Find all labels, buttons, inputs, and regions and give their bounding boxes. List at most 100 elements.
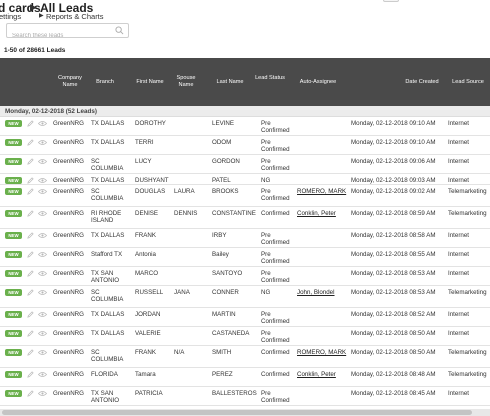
- new-badge: NEW: [5, 177, 22, 184]
- cell-branch: TX DALLAS: [91, 311, 125, 318]
- edit-icon[interactable]: [27, 330, 34, 337]
- header-action-button[interactable]: [383, 0, 399, 2]
- cell-auto-assignee[interactable]: ROMERO, MARK: [297, 188, 349, 195]
- cell-branch: SC COLUMBIA: [91, 289, 124, 303]
- view-icon[interactable]: [38, 177, 47, 184]
- cell-branch: SC COLUMBIA: [91, 158, 124, 172]
- cell-lead-source: Internet: [448, 390, 469, 397]
- table-row[interactable]: NEW GreenNRG FLORIDA Tamara PEREZ Confirmed Co…: [0, 368, 490, 387]
- view-icon[interactable]: [38, 188, 47, 195]
- column-header-first-name[interactable]: First Name: [130, 79, 170, 86]
- cell-lead-status: Pre Confirmed: [261, 158, 290, 172]
- table-row[interactable]: NEW GreenNRG SC COLUMBIA DOUGLAS LAURA BROOKS…: [0, 185, 490, 207]
- view-icon[interactable]: [38, 210, 47, 217]
- view-icon[interactable]: [38, 270, 47, 277]
- horizontal-scrollbar[interactable]: [0, 409, 490, 416]
- edit-icon[interactable]: [27, 210, 34, 217]
- edit-icon[interactable]: [27, 289, 34, 296]
- table-row[interactable]: NEW GreenNRG TX DALLAS DUSHYANT PATEL NG Monda…: [0, 174, 490, 185]
- search-input[interactable]: [7, 29, 107, 43]
- view-icon[interactable]: [38, 311, 47, 318]
- cell-auto-assignee[interactable]: ROMERO, MARK: [297, 349, 349, 356]
- cell-lead-source: Telemarketing: [448, 289, 487, 296]
- cell-lead-status: Pre Confirmed: [261, 330, 290, 344]
- cell-auto-assignee[interactable]: John, Blondel: [297, 289, 349, 296]
- search-box: [6, 23, 129, 43]
- cell-spouse-name: DENNIS: [174, 210, 198, 217]
- cell-last-name: BALLESTEROS: [212, 390, 257, 397]
- new-badge: NEW: [5, 270, 22, 277]
- edit-icon[interactable]: [27, 120, 34, 127]
- view-icon[interactable]: [38, 158, 47, 165]
- cell-first-name: MARCO: [135, 270, 159, 277]
- table-row[interactable]: NEW GreenNRG SC COLUMBIA LUCY GORDON Pre Conf…: [0, 155, 490, 174]
- cell-date-created: Monday, 02-12-2018 09:03 AM: [351, 177, 436, 184]
- table-row[interactable]: NEW GreenNRG TX DALLAS DOROTHY LEVINE Pre Con…: [0, 117, 490, 136]
- edit-icon[interactable]: [27, 311, 34, 318]
- view-icon[interactable]: [38, 232, 47, 239]
- view-icon[interactable]: [38, 371, 47, 378]
- view-icon[interactable]: [38, 120, 47, 127]
- edit-icon[interactable]: [27, 251, 34, 258]
- cell-date-created: Monday, 02-12-2018 09:02 AM: [351, 188, 436, 195]
- cell-first-name: Antonia: [135, 251, 156, 258]
- breadcrumb-settings-link[interactable]: ettings: [0, 12, 21, 21]
- column-header-lead-source[interactable]: Lead Source: [448, 79, 488, 86]
- table-row[interactable]: NEW GreenNRG SC COLUMBIA RUSSELL JANA CONNER N…: [0, 286, 490, 308]
- table-row[interactable]: NEW GreenNRG TX SAN ANTONIO MARCO SANTOYO Pre…: [0, 267, 490, 286]
- table-row[interactable]: NEW GreenNRG TX SAN ANTONIO PATRICIA BALLEST…: [0, 387, 490, 406]
- edit-icon[interactable]: [27, 371, 34, 378]
- column-header-auto-assignee[interactable]: Auto-Assignee: [291, 79, 345, 86]
- column-header-branch[interactable]: Branch: [88, 79, 122, 86]
- scrollbar-thumb[interactable]: [2, 410, 472, 415]
- new-badge: NEW: [5, 232, 22, 239]
- cell-branch: TX DALLAS: [91, 120, 125, 127]
- column-header-last-name[interactable]: Last Name: [210, 79, 250, 86]
- edit-icon[interactable]: [27, 188, 34, 195]
- view-icon[interactable]: [38, 349, 47, 356]
- table-row[interactable]: NEW GreenNRG TX DALLAS TERRI ODOM Pre Confirm…: [0, 136, 490, 155]
- cell-last-name: PATEL: [212, 177, 231, 184]
- view-icon[interactable]: [38, 289, 47, 296]
- table-row[interactable]: NEW GreenNRG TX DALLAS FRANK IRBY Pre Confirm…: [0, 229, 490, 248]
- column-header-date-created[interactable]: Date Created: [398, 79, 446, 86]
- column-header-spouse-name[interactable]: Spouse Name: [171, 75, 201, 89]
- cell-company: GreenNRG: [53, 371, 84, 378]
- new-badge: NEW: [5, 289, 22, 296]
- column-header-company[interactable]: Company Name: [50, 75, 90, 89]
- edit-icon[interactable]: [27, 390, 34, 397]
- cell-first-name: DUSHYANT: [135, 177, 169, 184]
- cell-company: GreenNRG: [53, 349, 84, 356]
- cell-spouse-name: N/A: [174, 349, 185, 356]
- view-icon[interactable]: [38, 330, 47, 337]
- cell-date-created: Monday, 02-12-2018 09:10 AM: [351, 139, 436, 146]
- column-header-lead-status[interactable]: Lead Status: [254, 75, 286, 82]
- table-row[interactable]: NEW GreenNRG SC COLUMBIA FRANK N/A SMITH Confi…: [0, 346, 490, 368]
- cell-branch: RI RHODE ISLAND: [91, 210, 122, 224]
- view-icon[interactable]: [38, 390, 47, 397]
- table-row[interactable]: NEW GreenNRG TX DALLAS JORDAN MARTIN Pre Conf…: [0, 308, 490, 327]
- cell-last-name: LEVINE: [212, 120, 235, 127]
- edit-icon[interactable]: [27, 177, 34, 184]
- edit-icon[interactable]: [27, 158, 34, 165]
- view-icon[interactable]: [38, 251, 47, 258]
- view-icon[interactable]: [38, 139, 47, 146]
- edit-icon[interactable]: [27, 232, 34, 239]
- table-row[interactable]: NEW GreenNRG RI RHODE ISLAND DENISE DENNIS CO…: [0, 207, 490, 229]
- cell-branch: SC COLUMBIA: [91, 349, 124, 363]
- table-row[interactable]: NEW GreenNRG TX DALLAS VALERIE CASTANEDA Pre …: [0, 327, 490, 346]
- date-group-header: Monday, 02-12-2018 (52 Leads): [0, 106, 490, 117]
- cell-auto-assignee[interactable]: Conklin, Peter: [297, 210, 349, 217]
- cell-lead-source: Telemarketing: [448, 371, 487, 378]
- cell-last-name: ODOM: [212, 139, 232, 146]
- edit-icon[interactable]: [27, 139, 34, 146]
- edit-icon[interactable]: [27, 349, 34, 356]
- edit-icon[interactable]: [27, 270, 34, 277]
- cell-last-name: SANTOYO: [212, 270, 243, 277]
- cell-last-name: SMITH: [212, 349, 232, 356]
- cell-last-name: Bailey: [212, 251, 229, 258]
- table-row[interactable]: NEW GreenNRG Stafford TX Antonia Bailey Pre C…: [0, 248, 490, 267]
- breadcrumb-reports-link[interactable]: Reports & Charts: [46, 12, 104, 21]
- cell-auto-assignee[interactable]: Conklin, Peter: [297, 371, 349, 378]
- search-icon[interactable]: [115, 26, 124, 35]
